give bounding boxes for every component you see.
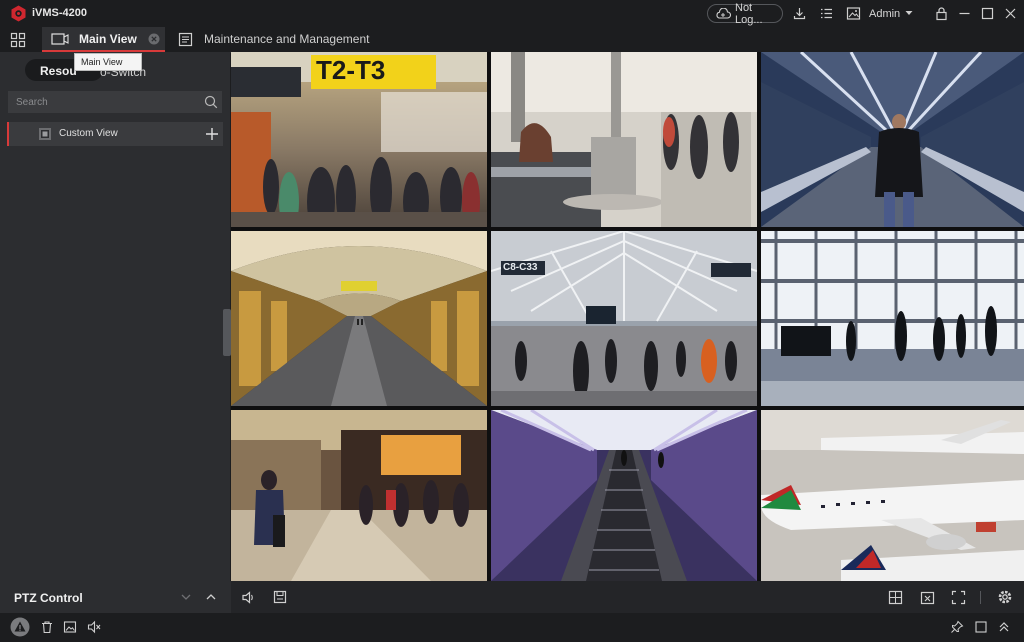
login-status-label: Not Log... — [735, 1, 763, 26]
alarm-warning-icon[interactable] — [10, 617, 30, 637]
window-restore-icon[interactable] — [974, 620, 988, 634]
title-bar: iVMS-4200 Not Log... Admin — [0, 0, 1024, 27]
app-title: iVMS-4200 — [32, 7, 88, 19]
tooltip: Main View — [74, 53, 142, 71]
camera-signage-text: T2-T3 — [316, 55, 386, 85]
tab-maintenance-and-management[interactable]: Maintenance and Management — [204, 32, 369, 46]
status-bar — [0, 613, 1024, 642]
volume-icon[interactable] — [241, 590, 256, 605]
camera-window[interactable] — [231, 231, 487, 406]
save-view-icon[interactable] — [273, 590, 287, 604]
search-box — [8, 91, 222, 113]
view-icon — [38, 127, 52, 141]
chevron-up-icon[interactable] — [205, 591, 217, 603]
cloud-icon — [715, 8, 731, 19]
user-name[interactable]: Admin — [869, 8, 900, 20]
app-logo-icon — [10, 5, 27, 22]
add-view-plus-icon[interactable] — [205, 127, 219, 141]
camera-window[interactable] — [491, 410, 757, 581]
close-tab-icon[interactable] — [148, 33, 160, 45]
fullscreen-icon[interactable] — [951, 590, 966, 605]
ptz-control-panel[interactable]: PTZ Control — [0, 581, 231, 613]
camera-window[interactable] — [761, 231, 1024, 406]
sidebar-collapse-handle[interactable] — [223, 309, 231, 356]
search-input[interactable] — [8, 91, 198, 113]
camera-window[interactable] — [491, 52, 757, 227]
camera-window[interactable]: C8-C33 — [491, 231, 757, 406]
double-chevron-up-icon[interactable] — [997, 620, 1011, 634]
camera-window[interactable] — [761, 52, 1024, 227]
user-menu-chevron-down-icon[interactable] — [903, 7, 918, 22]
camera-signage-text: C8-C33 — [503, 262, 538, 273]
minimize-icon[interactable] — [957, 6, 972, 21]
module-grid-icon[interactable] — [10, 32, 26, 48]
login-status-button[interactable]: Not Log... — [707, 1, 783, 26]
mute-icon[interactable] — [87, 620, 102, 634]
gear-icon[interactable] — [997, 589, 1013, 605]
camera-monitor-icon — [51, 32, 69, 46]
pin-icon[interactable] — [950, 620, 964, 634]
close-all-windows-icon[interactable] — [920, 590, 935, 605]
download-icon[interactable] — [792, 6, 807, 21]
custom-view-item[interactable]: Custom View — [7, 122, 223, 146]
image-icon[interactable] — [846, 6, 861, 21]
search-icon[interactable] — [204, 95, 218, 109]
camera-window[interactable]: T2-T3 — [231, 52, 487, 227]
module-tab-bar: Main View — [0, 27, 1024, 53]
live-view-toolbar — [231, 581, 1024, 613]
image-icon[interactable] — [63, 620, 77, 634]
camera-window[interactable] — [231, 410, 487, 581]
lock-icon[interactable] — [934, 6, 949, 21]
chevron-down-icon[interactable] — [180, 591, 192, 603]
maximize-icon[interactable] — [980, 6, 995, 21]
tab-main-view[interactable]: Main View — [42, 27, 165, 52]
resource-sidebar: Resou o-Switch Custom View — [0, 53, 230, 581]
live-view-grid: T2-T3 C8-C33 — [231, 52, 1024, 581]
task-list-icon[interactable] — [819, 6, 834, 21]
ptz-control-label: PTZ Control — [14, 591, 83, 605]
custom-view-label: Custom View — [59, 128, 118, 139]
tab-main-view-label: Main View — [79, 32, 137, 46]
camera-window[interactable] — [761, 410, 1024, 581]
trash-icon[interactable] — [40, 620, 54, 634]
maintenance-icon[interactable] — [178, 32, 193, 47]
toolbar-divider — [980, 591, 981, 604]
window-division-icon[interactable] — [888, 590, 903, 605]
close-icon[interactable] — [1003, 6, 1018, 21]
